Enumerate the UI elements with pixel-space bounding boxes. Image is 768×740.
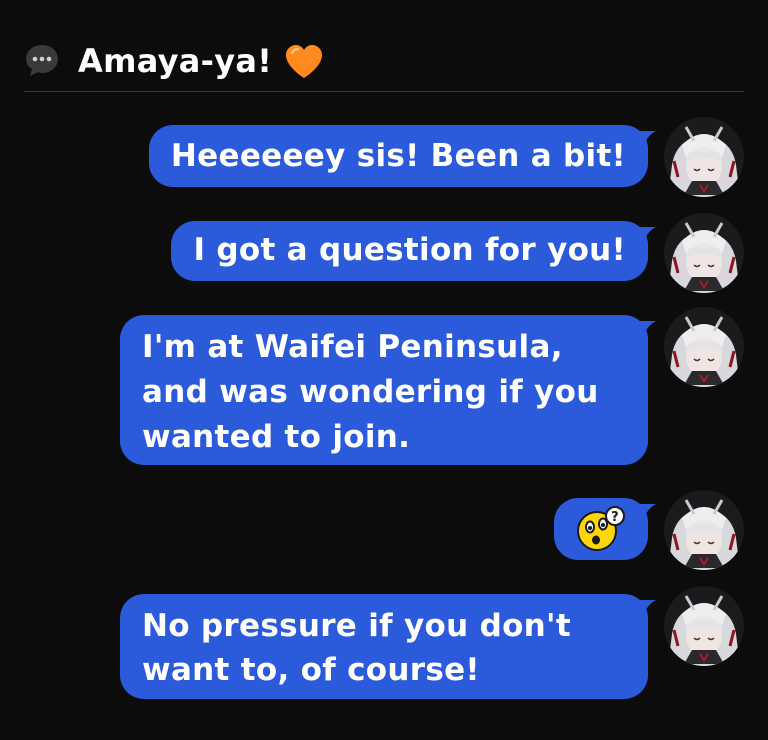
avatar[interactable] [664,586,744,666]
message-text: Heeeeeey sis! Been a bit! [170,138,626,174]
message-row: I'm at Waifei Peninsula, and was wonderi… [120,315,744,465]
avatar[interactable] [664,307,744,387]
bubble-tail [638,227,656,241]
bubble-tail [638,131,656,145]
message-bubble[interactable]: ? [554,498,648,560]
message-text-line: and was wondering if you [142,374,599,410]
message-text: I got a question for you! [193,232,626,268]
chat-title: Amaya-ya! [78,42,273,80]
bubble-tail [638,600,656,614]
svg-text:?: ? [611,510,619,525]
orange-heart-icon [286,45,323,78]
message-text-line: I'm at Waifei Peninsula, [142,329,563,365]
message-row: No pressure if you don't want to, of cou… [120,594,744,699]
speech-bubble-icon [26,45,58,76]
confused-face-icon: ? [577,506,625,551]
message-text-line: wanted to join. [142,419,411,455]
message-bubble[interactable]: Heeeeeey sis! Been a bit! [148,125,648,187]
message-row: Heeeeeey sis! Been a bit! [148,125,744,197]
bubble-tail [638,321,656,335]
message-bubble[interactable]: I'm at Waifei Peninsula, and was wonderi… [120,315,648,465]
chat-screen: Amaya-ya! Heeeeeey sis! Been a bit! I go… [0,0,768,740]
bubble-tail [638,504,656,518]
message-bubble[interactable]: No pressure if you don't want to, of cou… [120,594,648,699]
avatar[interactable] [664,213,744,293]
chat-header: Amaya-ya! [24,36,744,92]
message-bubble[interactable]: I got a question for you! [171,221,648,281]
message-text-line: No pressure if you don't [142,608,571,644]
message-text-line: want to, of course! [142,652,480,688]
avatar[interactable] [664,117,744,197]
message-row: ? [554,498,744,570]
avatar[interactable] [664,490,744,570]
message-row: I got a question for you! [171,221,744,293]
